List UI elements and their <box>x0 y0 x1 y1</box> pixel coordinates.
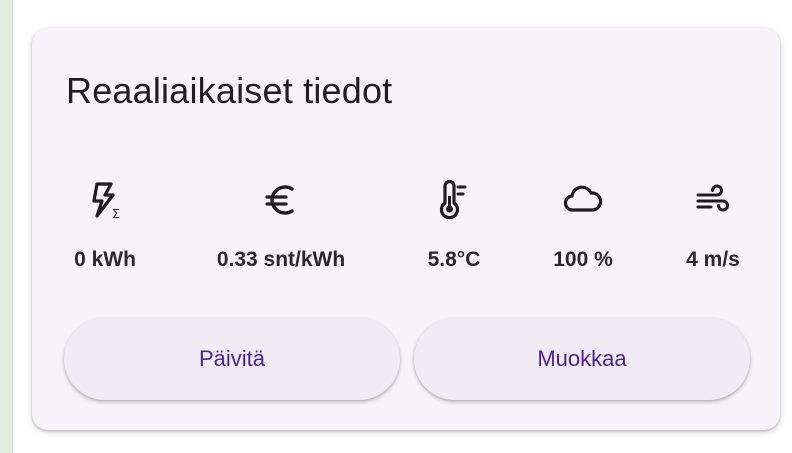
edit-button[interactable]: Muokkaa <box>414 318 750 400</box>
metric-energy-value: 0 kWh <box>74 248 136 271</box>
metric-energy: Σ 0 kWh <box>10 178 200 288</box>
cloud-icon <box>561 178 605 222</box>
metric-wind: 4 m/s <box>618 178 792 288</box>
metric-price: 0.33 snt/kWh <box>186 178 376 288</box>
metric-price-value: 0.33 snt/kWh <box>216 248 346 271</box>
realtime-card: Reaaliaikaiset tiedot Σ 0 kWh 0.33 snt/k… <box>32 28 780 430</box>
svg-text:Σ: Σ <box>112 207 120 221</box>
euro-icon <box>259 178 303 222</box>
thermometer-icon <box>432 178 476 222</box>
metric-wind-value: 4 m/s <box>686 248 740 271</box>
wind-icon <box>691 178 735 222</box>
lightning-sum-icon: Σ <box>83 178 127 222</box>
card-title: Reaaliaikaiset tiedot <box>66 70 393 111</box>
card-actions: Päivitä Muokkaa <box>64 318 752 400</box>
refresh-button[interactable]: Päivitä <box>64 318 400 400</box>
metrics-row: Σ 0 kWh 0.33 snt/kWh 5.8°C 100 % 4 m/s <box>32 178 780 288</box>
page: Reaaliaikaiset tiedot Σ 0 kWh 0.33 snt/k… <box>0 0 792 453</box>
